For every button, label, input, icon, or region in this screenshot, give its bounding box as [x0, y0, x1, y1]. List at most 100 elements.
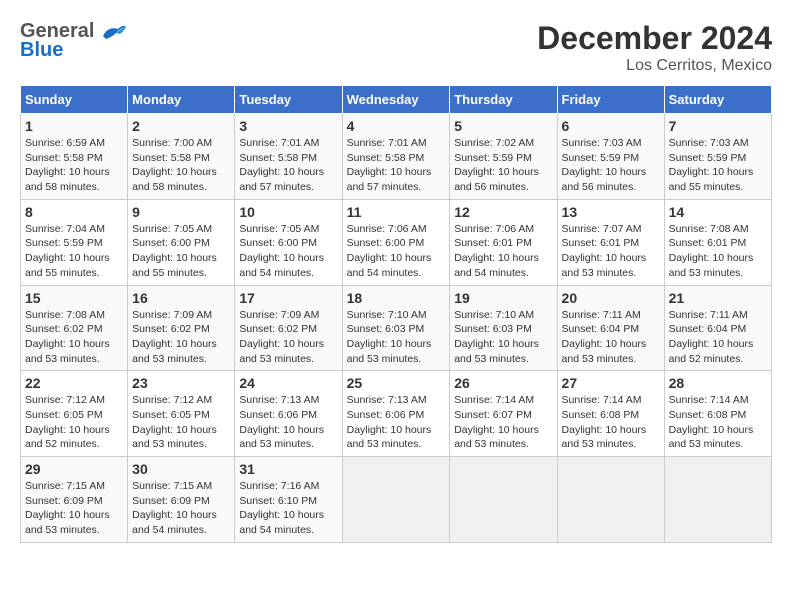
- day-number: 21: [669, 290, 767, 306]
- day-info: Sunrise: 7:07 AM Sunset: 6:01 PM Dayligh…: [562, 222, 660, 281]
- table-row: 10 Sunrise: 7:05 AM Sunset: 6:00 PM Dayli…: [235, 199, 342, 285]
- day-info: Sunrise: 7:03 AM Sunset: 5:59 PM Dayligh…: [669, 136, 767, 195]
- day-info: Sunrise: 7:12 AM Sunset: 6:05 PM Dayligh…: [25, 393, 123, 452]
- day-info: Sunrise: 7:01 AM Sunset: 5:58 PM Dayligh…: [239, 136, 337, 195]
- day-info: Sunrise: 7:13 AM Sunset: 6:06 PM Dayligh…: [239, 393, 337, 452]
- table-row: 3 Sunrise: 7:01 AM Sunset: 5:58 PM Daylig…: [235, 114, 342, 200]
- day-info: Sunrise: 7:05 AM Sunset: 6:00 PM Dayligh…: [239, 222, 337, 281]
- day-number: 13: [562, 204, 660, 220]
- calendar-header-row: Sunday Monday Tuesday Wednesday Thursday…: [21, 86, 772, 114]
- table-row: 26 Sunrise: 7:14 AM Sunset: 6:07 PM Dayli…: [450, 371, 557, 457]
- day-info: Sunrise: 7:12 AM Sunset: 6:05 PM Dayligh…: [132, 393, 230, 452]
- day-number: 28: [669, 375, 767, 391]
- day-info: Sunrise: 7:09 AM Sunset: 6:02 PM Dayligh…: [132, 308, 230, 367]
- table-row: 28 Sunrise: 7:14 AM Sunset: 6:08 PM Dayli…: [664, 371, 771, 457]
- table-row: 21 Sunrise: 7:11 AM Sunset: 6:04 PM Dayli…: [664, 285, 771, 371]
- day-info: Sunrise: 7:08 AM Sunset: 6:02 PM Dayligh…: [25, 308, 123, 367]
- day-number: 3: [239, 118, 337, 134]
- day-info: Sunrise: 7:16 AM Sunset: 6:10 PM Dayligh…: [239, 479, 337, 538]
- calendar-week-row: 22 Sunrise: 7:12 AM Sunset: 6:05 PM Dayli…: [21, 371, 772, 457]
- day-info: Sunrise: 7:06 AM Sunset: 6:01 PM Dayligh…: [454, 222, 552, 281]
- day-info: Sunrise: 7:02 AM Sunset: 5:59 PM Dayligh…: [454, 136, 552, 195]
- table-row: 24 Sunrise: 7:13 AM Sunset: 6:06 PM Dayli…: [235, 371, 342, 457]
- col-saturday: Saturday: [664, 86, 771, 114]
- col-monday: Monday: [128, 86, 235, 114]
- day-number: 25: [347, 375, 446, 391]
- calendar-week-row: 1Sunrise: 6:59 AM Sunset: 5:58 PM Daylig…: [21, 114, 772, 200]
- day-info: Sunrise: 6:59 AM Sunset: 5:58 PM Dayligh…: [25, 136, 123, 195]
- day-number: 17: [239, 290, 337, 306]
- day-info: Sunrise: 7:10 AM Sunset: 6:03 PM Dayligh…: [454, 308, 552, 367]
- day-number: 15: [25, 290, 123, 306]
- col-friday: Friday: [557, 86, 664, 114]
- day-info: Sunrise: 7:06 AM Sunset: 6:00 PM Dayligh…: [347, 222, 446, 281]
- table-row: 1Sunrise: 6:59 AM Sunset: 5:58 PM Daylig…: [21, 114, 128, 200]
- day-number: 16: [132, 290, 230, 306]
- table-row: 7 Sunrise: 7:03 AM Sunset: 5:59 PM Daylig…: [664, 114, 771, 200]
- table-row: 25Sunrise: 7:13 AM Sunset: 6:06 PM Dayli…: [342, 371, 450, 457]
- day-info: Sunrise: 7:11 AM Sunset: 6:04 PM Dayligh…: [562, 308, 660, 367]
- day-info: Sunrise: 7:00 AM Sunset: 5:58 PM Dayligh…: [132, 136, 230, 195]
- day-number: 7: [669, 118, 767, 134]
- table-row: 18 Sunrise: 7:10 AM Sunset: 6:03 PM Dayli…: [342, 285, 450, 371]
- table-row: [557, 457, 664, 543]
- day-number: 27: [562, 375, 660, 391]
- table-row: 12 Sunrise: 7:06 AM Sunset: 6:01 PM Dayli…: [450, 199, 557, 285]
- table-row: 22 Sunrise: 7:12 AM Sunset: 6:05 PM Dayli…: [21, 371, 128, 457]
- table-row: [664, 457, 771, 543]
- day-info: Sunrise: 7:14 AM Sunset: 6:08 PM Dayligh…: [562, 393, 660, 452]
- day-info: Sunrise: 7:14 AM Sunset: 6:07 PM Dayligh…: [454, 393, 552, 452]
- col-wednesday: Wednesday: [342, 86, 450, 114]
- day-info: Sunrise: 7:01 AM Sunset: 5:58 PM Dayligh…: [347, 136, 446, 195]
- day-info: Sunrise: 7:05 AM Sunset: 6:00 PM Dayligh…: [132, 222, 230, 281]
- day-info: Sunrise: 7:10 AM Sunset: 6:03 PM Dayligh…: [347, 308, 446, 367]
- day-number: 26: [454, 375, 552, 391]
- table-row: 8Sunrise: 7:04 AM Sunset: 5:59 PM Daylig…: [21, 199, 128, 285]
- col-tuesday: Tuesday: [235, 86, 342, 114]
- day-info: Sunrise: 7:15 AM Sunset: 6:09 PM Dayligh…: [132, 479, 230, 538]
- day-info: Sunrise: 7:11 AM Sunset: 6:04 PM Dayligh…: [669, 308, 767, 367]
- table-row: 2 Sunrise: 7:00 AM Sunset: 5:58 PM Daylig…: [128, 114, 235, 200]
- day-info: Sunrise: 7:09 AM Sunset: 6:02 PM Dayligh…: [239, 308, 337, 367]
- day-info: Sunrise: 7:14 AM Sunset: 6:08 PM Dayligh…: [669, 393, 767, 452]
- table-row: 11 Sunrise: 7:06 AM Sunset: 6:00 PM Dayli…: [342, 199, 450, 285]
- table-row: 31 Sunrise: 7:16 AM Sunset: 6:10 PM Dayli…: [235, 457, 342, 543]
- table-row: 20 Sunrise: 7:11 AM Sunset: 6:04 PM Dayli…: [557, 285, 664, 371]
- day-number: 22: [25, 375, 123, 391]
- day-number: 24: [239, 375, 337, 391]
- table-row: 5 Sunrise: 7:02 AM Sunset: 5:59 PM Daylig…: [450, 114, 557, 200]
- table-row: 27 Sunrise: 7:14 AM Sunset: 6:08 PM Dayli…: [557, 371, 664, 457]
- table-row: 29 Sunrise: 7:15 AM Sunset: 6:09 PM Dayli…: [21, 457, 128, 543]
- calendar-week-row: 15 Sunrise: 7:08 AM Sunset: 6:02 PM Dayli…: [21, 285, 772, 371]
- day-number: 20: [562, 290, 660, 306]
- table-row: 9 Sunrise: 7:05 AM Sunset: 6:00 PM Daylig…: [128, 199, 235, 285]
- day-number: 31: [239, 461, 337, 477]
- day-number: 12: [454, 204, 552, 220]
- day-number: 5: [454, 118, 552, 134]
- day-number: 2: [132, 118, 230, 134]
- table-row: 4Sunrise: 7:01 AM Sunset: 5:58 PM Daylig…: [342, 114, 450, 200]
- day-number: 19: [454, 290, 552, 306]
- table-row: 14Sunrise: 7:08 AM Sunset: 6:01 PM Dayli…: [664, 199, 771, 285]
- day-info: Sunrise: 7:03 AM Sunset: 5:59 PM Dayligh…: [562, 136, 660, 195]
- table-row: 30Sunrise: 7:15 AM Sunset: 6:09 PM Dayli…: [128, 457, 235, 543]
- day-number: 29: [25, 461, 123, 477]
- table-row: [450, 457, 557, 543]
- day-number: 8: [25, 204, 123, 220]
- logo-bird-icon: [98, 21, 128, 43]
- table-row: 16 Sunrise: 7:09 AM Sunset: 6:02 PM Dayli…: [128, 285, 235, 371]
- day-number: 11: [347, 204, 446, 220]
- table-row: [342, 457, 450, 543]
- page-header: General Blue December 2024 Los Cerritos,…: [20, 20, 772, 75]
- calendar-week-row: 29 Sunrise: 7:15 AM Sunset: 6:09 PM Dayli…: [21, 457, 772, 543]
- table-row: 15 Sunrise: 7:08 AM Sunset: 6:02 PM Dayli…: [21, 285, 128, 371]
- calendar-title: December 2024: [537, 20, 772, 57]
- logo: General Blue: [20, 20, 128, 62]
- day-number: 10: [239, 204, 337, 220]
- logo-blue-text: Blue: [20, 39, 63, 62]
- day-number: 9: [132, 204, 230, 220]
- table-row: 6Sunrise: 7:03 AM Sunset: 5:59 PM Daylig…: [557, 114, 664, 200]
- table-row: 23Sunrise: 7:12 AM Sunset: 6:05 PM Dayli…: [128, 371, 235, 457]
- day-number: 18: [347, 290, 446, 306]
- day-info: Sunrise: 7:15 AM Sunset: 6:09 PM Dayligh…: [25, 479, 123, 538]
